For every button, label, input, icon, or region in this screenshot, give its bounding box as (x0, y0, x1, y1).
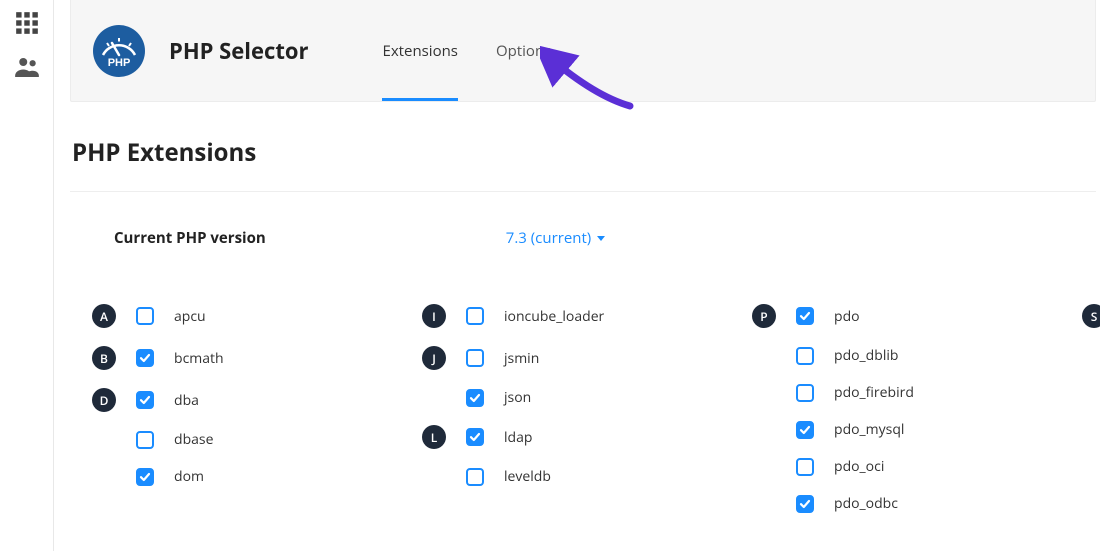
extension-checkbox[interactable] (796, 458, 814, 476)
extension-row: dom (92, 467, 412, 486)
extension-row: Ddba (92, 388, 412, 412)
extension-row: pdo_dblib (752, 346, 1072, 365)
extension-row: pdo_odbc (752, 494, 1072, 513)
version-dropdown[interactable]: 7.3 (current) (506, 228, 605, 248)
extension-row: json (422, 388, 742, 407)
extension-checkbox[interactable] (466, 349, 484, 367)
letter-badge: P (752, 304, 776, 328)
extension-name: apcu (174, 307, 206, 326)
extension-name: pdo_mysql (834, 420, 904, 439)
extension-row: dbase (92, 430, 412, 449)
letter-badge: L (422, 425, 446, 449)
app-title: PHP Selector (169, 36, 308, 66)
letter-badge: I (422, 304, 446, 328)
extension-checkbox[interactable] (466, 468, 484, 486)
extension-row: Aapcu (92, 304, 412, 328)
extension-checkbox[interactable] (466, 428, 484, 446)
extension-name: pdo_odbc (834, 494, 898, 513)
tab-label: Extensions (382, 41, 457, 61)
main-area: PHP PHP Selector Extensions Options PHP … (70, 0, 1100, 513)
extension-checkbox[interactable] (136, 431, 154, 449)
extension-name: json (504, 388, 531, 407)
extension-checkbox[interactable] (796, 384, 814, 402)
tab-extensions[interactable]: Extensions (382, 0, 457, 101)
extension-row: Jjsmin (422, 346, 742, 370)
extension-name: jsmin (504, 349, 539, 368)
extension-row: Iioncube_loader (422, 304, 742, 328)
extension-row: Lldap (422, 425, 742, 449)
divider (70, 191, 1096, 192)
version-value-text: 7.3 (current) (506, 228, 591, 248)
extension-name: dba (174, 391, 199, 410)
letter-badge: A (92, 304, 116, 328)
extension-name: pdo_dblib (834, 346, 898, 365)
section-title: PHP Extensions (72, 136, 1096, 169)
chevron-down-icon (597, 236, 605, 241)
extensions-column: S (1082, 304, 1100, 513)
extension-checkbox[interactable] (796, 495, 814, 513)
letter-badge: D (92, 388, 116, 412)
extension-name: pdo_firebird (834, 383, 914, 402)
extension-checkbox[interactable] (796, 421, 814, 439)
extension-name: dbase (174, 430, 213, 449)
extension-name: bcmath (174, 349, 224, 368)
extensions-column: Iioncube_loader Jjsmin json Lldap leveldb (422, 304, 742, 513)
tab-options[interactable]: Options (496, 0, 551, 101)
extension-row: leveldb (422, 467, 742, 486)
php-version-row: Current PHP version 7.3 (current) (70, 228, 1096, 248)
tabs: Extensions Options (382, 0, 551, 101)
version-label: Current PHP version (114, 228, 266, 248)
header-bar: PHP PHP Selector Extensions Options (70, 0, 1096, 102)
extension-name: leveldb (504, 467, 551, 486)
tab-label: Options (496, 41, 551, 61)
extension-row: pdo_firebird (752, 383, 1072, 402)
left-rail (0, 0, 54, 551)
extension-name: pdo_oci (834, 457, 884, 476)
extensions-column: Ppdo pdo_dblib pdo_firebird pdo_mysql pdo_oc… (752, 304, 1072, 513)
extension-checkbox[interactable] (796, 347, 814, 365)
extension-row: S (1082, 304, 1100, 328)
extension-checkbox[interactable] (466, 307, 484, 325)
extension-checkbox[interactable] (796, 307, 814, 325)
letter-badge: S (1082, 304, 1100, 328)
users-icon[interactable] (10, 50, 44, 84)
extension-row: Bbcmath (92, 346, 412, 370)
extension-checkbox[interactable] (466, 389, 484, 407)
letter-badge: B (92, 346, 116, 370)
extension-checkbox[interactable] (136, 349, 154, 367)
extension-checkbox[interactable] (136, 391, 154, 409)
extension-name: ioncube_loader (504, 307, 604, 326)
letter-badge: J (422, 346, 446, 370)
svg-text:PHP: PHP (108, 57, 131, 69)
extension-name: ldap (504, 428, 532, 447)
extension-checkbox[interactable] (136, 307, 154, 325)
extension-name: pdo (834, 307, 860, 326)
extensions-grid: Aapcu Bbcmath Ddba dbase dom Iioncube_loader J… (70, 304, 1096, 513)
extension-row: pdo_mysql (752, 420, 1072, 439)
extension-name: dom (174, 467, 204, 486)
php-logo-icon: PHP (93, 25, 145, 77)
extension-row: Ppdo (752, 304, 1072, 328)
extensions-column: Aapcu Bbcmath Ddba dbase dom (92, 304, 412, 513)
extension-row: pdo_oci (752, 457, 1072, 476)
extension-checkbox[interactable] (136, 468, 154, 486)
apps-grid-icon[interactable] (10, 6, 44, 40)
